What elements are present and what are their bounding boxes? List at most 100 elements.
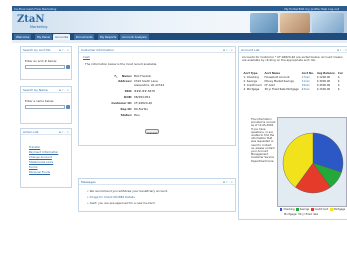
message-item: • Image for Check 001884 Details xyxy=(87,195,135,199)
banner-photo-1 xyxy=(250,13,278,33)
action-list-panel: Action List ▪ ? - × Transfer Payment Info… xyxy=(20,128,72,188)
field-key: Status: xyxy=(120,113,132,117)
panel-header: Action List ▪ ? - × xyxy=(21,129,71,135)
field-value: Alexandria, VA 22314 xyxy=(134,83,165,87)
field-key: SSN: xyxy=(124,89,132,93)
legend-swatch xyxy=(279,208,283,211)
legend-swatch xyxy=(296,208,299,211)
panel-title: Search by Acct No xyxy=(23,48,51,53)
customer-info-panel: Customer Information ▪ ? - × Cash The inf… xyxy=(78,46,236,146)
table-cell: 30 yr Fixed Rate Mortgage xyxy=(264,87,299,91)
messages-panel: Messages ▪ ? - × • We recommend you withdr… xyxy=(78,178,236,212)
pie-chart xyxy=(282,132,344,194)
legend-item: Mortgage xyxy=(330,207,345,212)
action-link-personal-funds[interactable]: Personal Funds xyxy=(29,170,50,174)
search-name-input[interactable] xyxy=(25,105,65,109)
field-value: ###-##-5678 xyxy=(134,89,155,93)
field-key: Rep ID: xyxy=(120,107,132,111)
bullet-icon: • xyxy=(87,195,89,199)
legend-item: Savings xyxy=(296,207,309,212)
search-acct-panel: Search by Acct No ▪ ? - × Enter an acct #… xyxy=(20,46,72,80)
field-value: CF-94820-46 xyxy=(134,101,153,105)
legend-item: Credit Card xyxy=(311,207,328,212)
legend-label: Mortgage xyxy=(333,208,346,211)
field-value: DK-Fairfax xyxy=(134,107,149,111)
chart-legend: Checking Savings Credit Card Mortgage xyxy=(279,207,346,212)
table-cell: $ xyxy=(337,87,340,91)
panel-controls-icon[interactable]: ▪ ? - × xyxy=(223,48,233,52)
panel-title: Account List xyxy=(241,48,260,53)
panel-title: Search by Name xyxy=(23,88,48,93)
panel-controls-icon[interactable]: ▪ ? - × xyxy=(59,88,69,92)
search-acct-go-button[interactable] xyxy=(66,65,70,69)
message-item: • Alert: you are pre-approved for a new C… xyxy=(87,201,155,205)
message-text: We recommend you withdraw your beneficia… xyxy=(89,189,168,193)
table-row[interactable]: 4. Mortgage 30 yr Fixed Rate Mortgage 43… xyxy=(242,87,344,91)
acct-number-link[interactable]: 43xxx xyxy=(300,87,315,91)
chart-caption: Mortgage: 30 yr fixed rate xyxy=(284,213,319,216)
field-row: Name: Bob Franklin xyxy=(109,74,151,78)
table-cell: $ 1500.00 xyxy=(316,87,331,91)
column-header: Avg Balance xyxy=(316,71,335,75)
search-acct-label: Enter an acct # below: xyxy=(25,59,57,63)
action-link-statements[interactable]: Statements Links xyxy=(29,160,53,164)
field-value: Bob Franklin xyxy=(134,74,152,78)
info-note: The information provided is current as o… xyxy=(251,118,276,163)
legend-item: Checking xyxy=(279,207,295,212)
panel-controls-icon[interactable]: ▪ ? - × xyxy=(59,130,69,134)
field-row: Customer ID: CF-94820-46 xyxy=(109,101,152,105)
legend-label: Checking xyxy=(283,208,295,211)
field-row: Rep ID: DK-Fairfax xyxy=(109,107,148,111)
search-name-panel: Search by Name ▪ ? - × Enter a name below… xyxy=(20,86,72,124)
field-key: DOB: xyxy=(124,95,132,99)
message-text: Alert: you are pre-approved for a new Ca… xyxy=(89,201,155,205)
brand-logo: ZtaN xyxy=(17,14,45,25)
panel-header: Search by Name ▪ ? - × xyxy=(21,87,71,93)
field-value: Plus xyxy=(134,113,140,117)
action-link-transfer[interactable]: Transfer xyxy=(29,145,40,149)
customer-cash-tab[interactable]: Cash xyxy=(83,55,90,59)
panel-title: Messages xyxy=(81,180,96,185)
customer-intro: The information below is the most recent… xyxy=(85,62,158,66)
field-row: Alexandria, VA 22314 xyxy=(109,83,164,87)
panel-title: Action List xyxy=(23,130,39,135)
panel-title: Customer Information xyxy=(81,48,114,53)
field-key xyxy=(109,83,132,87)
action-link-forms[interactable]: Forms xyxy=(29,165,38,169)
panel-header: Account List ▪ ? - × xyxy=(239,47,347,53)
panel-header: Search by Acct No ▪ ? - × xyxy=(21,47,71,53)
search-acct-input[interactable] xyxy=(25,65,65,69)
panel-header: Customer Information ▪ ? - × xyxy=(79,47,235,53)
field-row: DOB: 08/28/1954 xyxy=(109,95,150,99)
column-header: Acct No. xyxy=(301,71,314,75)
message-item: • We recommend you withdraw your benefici… xyxy=(87,189,168,193)
table-cell: 4. Mortgage xyxy=(243,87,260,91)
legend-swatch xyxy=(311,208,314,211)
banner-photo-3 xyxy=(312,13,344,33)
panel-controls-icon[interactable]: ▪ ? - × xyxy=(223,180,233,184)
field-key: Customer ID: xyxy=(111,101,132,105)
legend-swatch xyxy=(330,208,333,211)
panel-controls-icon[interactable]: ▪ ? - × xyxy=(59,48,69,52)
account-table: Acct Type Acct Name Acct No. Avg Balance… xyxy=(242,71,344,91)
main-nav: Welcome My Panel Accounts Documents My R… xyxy=(12,33,347,40)
action-link-payment[interactable]: Payment Information xyxy=(29,150,58,154)
cancel-button[interactable]: Cancel xyxy=(145,129,159,135)
legend-label: Credit Card xyxy=(314,208,329,211)
panel-header: Messages ▪ ? - × xyxy=(79,179,235,185)
pie-chart-area xyxy=(277,117,347,207)
bullet-icon: • xyxy=(87,201,89,205)
action-link-change[interactable]: Change Account xyxy=(29,155,52,159)
search-name-go-button[interactable] xyxy=(66,105,70,109)
message-link[interactable]: Image for Check 001884 Details xyxy=(90,195,135,199)
brand-subtitle: Marketing xyxy=(30,25,48,29)
field-key: Name: xyxy=(121,74,132,78)
bullet-icon: • xyxy=(87,189,89,193)
field-row: SSN: ###-##-5678 xyxy=(109,89,155,93)
account-list-intro: Accounts for Customer * CF-94820-46 are … xyxy=(242,55,343,63)
table-cell: 3. Credit Card xyxy=(243,83,262,87)
sub-nav xyxy=(12,40,347,43)
field-value: 08/28/1954 xyxy=(134,95,151,99)
panel-controls-icon[interactable]: ▪ ? - × xyxy=(337,48,347,52)
field-row: Status: Plus xyxy=(109,113,140,117)
